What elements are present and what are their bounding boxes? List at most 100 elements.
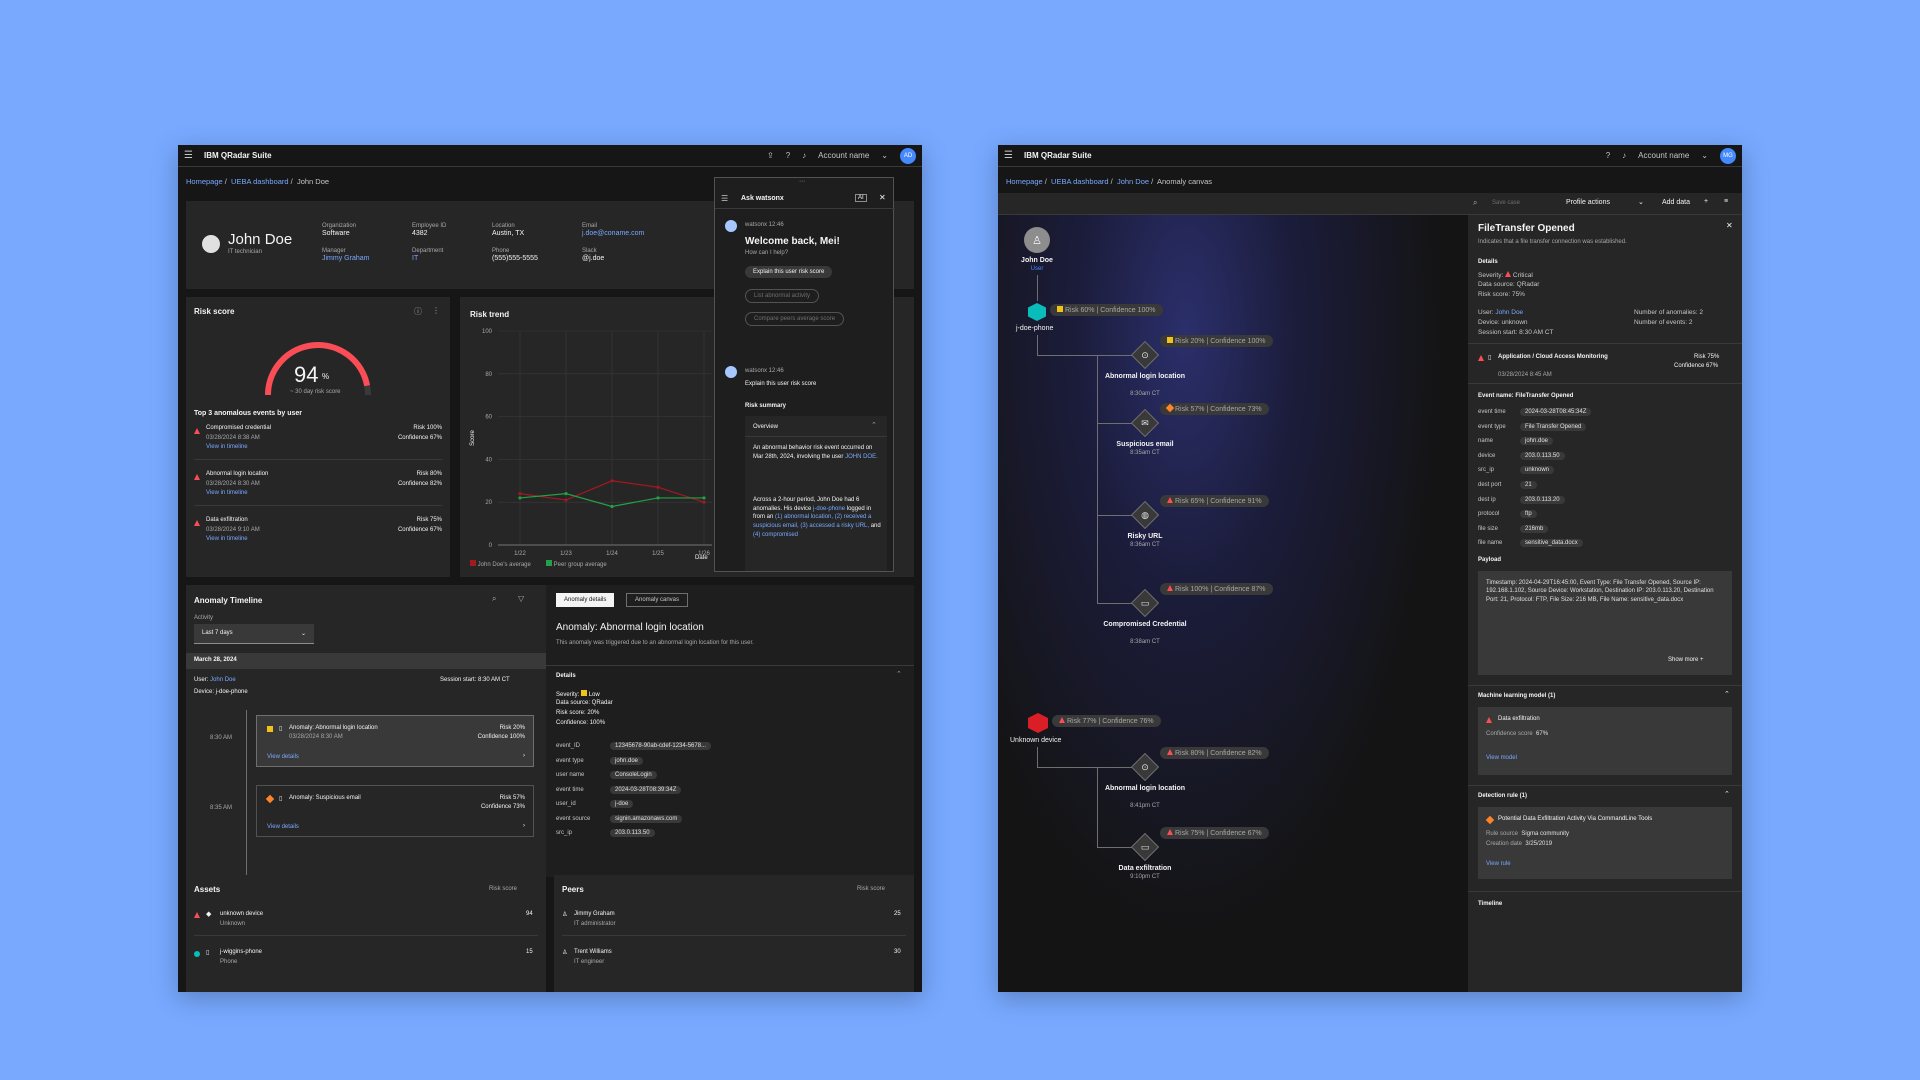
anomaly-node-label: Compromised Credential: [1103, 621, 1187, 628]
rule-date-label: Creation date: [1486, 841, 1523, 847]
close-icon[interactable]: ✕: [879, 193, 886, 202]
view-details-link[interactable]: View details: [267, 824, 299, 830]
timeline-item[interactable]: ▯ Anomaly: Abnormal login location 03/28…: [256, 715, 534, 767]
user-node-icon[interactable]: ♙: [1024, 227, 1050, 253]
data-point[interactable]: [518, 492, 522, 496]
notification-icon[interactable]: ♪: [802, 151, 806, 160]
assets-title: Assets: [194, 885, 221, 894]
chevron-down-icon[interactable]: ⌄: [1638, 198, 1644, 206]
suggestion-list[interactable]: List abnormal activity: [745, 289, 820, 303]
avatar[interactable]: MG: [1720, 147, 1736, 164]
data-point[interactable]: [656, 485, 660, 489]
peer-name[interactable]: Jimmy Graham: [574, 911, 615, 917]
timeline-item[interactable]: ▯ Anomaly: Suspicious email Risk 57% Con…: [256, 785, 534, 837]
peer-name[interactable]: Trent Williams: [574, 949, 612, 955]
save-case-button[interactable]: Save case: [1492, 200, 1520, 206]
breadcrumb-homepage[interactable]: Homepage: [186, 177, 223, 186]
chevron-up-icon[interactable]: ⌃: [1724, 790, 1730, 798]
close-icon[interactable]: ✕: [1726, 221, 1733, 230]
severity-label: Severity:: [1478, 272, 1504, 279]
chevron-down-icon[interactable]: ⌄: [1701, 151, 1708, 160]
avatar[interactable]: AD: [900, 147, 916, 164]
help-icon[interactable]: ?: [786, 151, 790, 160]
info-icon[interactable]: ⓘ: [414, 306, 422, 317]
anomaly-node-time: 8:30am CT: [1130, 391, 1160, 397]
data-point[interactable]: [610, 504, 614, 509]
risk-trend-chart: 0204060801001/22 1/23 1/24 1/25 1/26Score: [470, 329, 712, 557]
phone-device-icon[interactable]: [1028, 303, 1046, 321]
suggestion-explain[interactable]: Explain this user risk score: [745, 266, 833, 278]
p2-compromised-link[interactable]: (4) compromised: [753, 532, 798, 538]
watsonx-menu-icon[interactable]: ☰: [721, 194, 728, 203]
critical-icon: [194, 474, 200, 480]
data-point[interactable]: [518, 496, 522, 500]
pill-conf: Confidence 82%: [1210, 750, 1262, 757]
breadcrumb-homepage[interactable]: Homepage: [1006, 177, 1043, 186]
activity-dropdown[interactable]: Last 7 days ⌄: [194, 624, 314, 644]
hamburger-menu-icon[interactable]: ☰: [1004, 150, 1014, 161]
help-icon[interactable]: ?: [1606, 151, 1610, 160]
event-name: Compromised credential: [206, 425, 272, 431]
search-icon[interactable]: ⌕: [492, 594, 496, 604]
timeline-session: Session start: 8:30 AM CT: [440, 677, 510, 683]
peers-col: Risk score: [857, 886, 886, 892]
chevron-up-icon[interactable]: ⌃: [1724, 690, 1730, 698]
notification-icon[interactable]: ♪: [1622, 151, 1626, 160]
suggestion-compare[interactable]: Compare peers average score: [745, 312, 845, 326]
email-link[interactable]: j.doe@coname.com: [582, 230, 644, 237]
account-menu[interactable]: Account name: [818, 151, 869, 160]
add-data-button[interactable]: Add data: [1662, 199, 1690, 206]
data-point[interactable]: [564, 492, 568, 496]
department-link[interactable]: IT: [412, 255, 418, 262]
data-point[interactable]: [702, 496, 706, 500]
view-in-timeline-link[interactable]: View in timeline: [206, 444, 248, 450]
chevron-up-icon[interactable]: ⌃: [871, 421, 877, 429]
chevron-right-icon[interactable]: ›: [523, 753, 525, 759]
manager-link[interactable]: Jimmy Graham: [322, 255, 369, 262]
user-link[interactable]: John Doe: [210, 677, 236, 683]
user-link[interactable]: John Doe: [1495, 309, 1523, 316]
view-in-timeline-link[interactable]: View in timeline: [206, 490, 248, 496]
p1-user-link[interactable]: JOHN DOE.: [845, 454, 878, 460]
settings-icon[interactable]: ≡: [1724, 198, 1728, 205]
add-icon[interactable]: +: [1704, 198, 1708, 205]
breadcrumb-user[interactable]: John Doe: [1117, 177, 1149, 186]
view-in-timeline-link[interactable]: View in timeline: [206, 536, 248, 542]
detail-key: event type: [556, 757, 584, 764]
overflow-menu-icon[interactable]: ⋮: [432, 306, 440, 315]
chevron-right-icon[interactable]: ›: [523, 823, 525, 829]
view-rule-link[interactable]: View rule: [1486, 861, 1511, 867]
overview-title[interactable]: Overview: [753, 424, 778, 430]
view-model-link[interactable]: View model: [1486, 755, 1517, 761]
data-point[interactable]: [610, 479, 614, 483]
details-title: Anomaly: Abnormal login location: [556, 622, 704, 633]
chevron-up-icon[interactable]: ⌃: [896, 670, 902, 678]
tab-anomaly-details[interactable]: Anomaly details: [556, 593, 615, 607]
asset-name[interactable]: unknown device: [220, 911, 263, 917]
unknown-device-icon[interactable]: [1028, 713, 1048, 733]
field-label: Location: [492, 223, 515, 229]
profile-title: IT technician: [228, 249, 262, 255]
show-more-button[interactable]: Show more +: [1668, 657, 1704, 663]
anomaly-canvas[interactable]: ♙ John Doe User j-doe-phone Risk 60% | C…: [998, 215, 1468, 992]
view-details-link[interactable]: View details: [267, 754, 299, 760]
chevron-down-icon[interactable]: ⌄: [881, 151, 888, 160]
data-point[interactable]: [564, 498, 568, 502]
search-icon[interactable]: ⌕: [1473, 198, 1477, 208]
hamburger-menu-icon[interactable]: ☰: [184, 150, 194, 161]
activity-label: Activity: [194, 615, 214, 621]
anomaly-canvas-window: ☰ IBM QRadar Suite ? ♪ Account name ⌄ MG…: [998, 145, 1742, 992]
asset-name[interactable]: j-wiggins-phone: [220, 949, 262, 955]
profile-actions-menu[interactable]: Profile actions: [1566, 199, 1610, 206]
drag-handle-icon[interactable]: ⋯: [799, 178, 805, 185]
user-node-role: User: [1030, 266, 1044, 272]
data-point[interactable]: [656, 496, 660, 500]
share-icon[interactable]: ⇪: [767, 151, 774, 160]
p2-device-link[interactable]: j-doe-phone: [813, 506, 845, 512]
account-menu[interactable]: Account name: [1638, 151, 1689, 160]
data-point[interactable]: [702, 500, 706, 504]
breadcrumb-ueba[interactable]: UEBA dashboard: [1051, 177, 1109, 186]
tab-anomaly-canvas[interactable]: Anomaly canvas: [626, 593, 689, 607]
breadcrumb-ueba[interactable]: UEBA dashboard: [231, 177, 289, 186]
filter-icon[interactable]: ▽: [518, 594, 524, 603]
